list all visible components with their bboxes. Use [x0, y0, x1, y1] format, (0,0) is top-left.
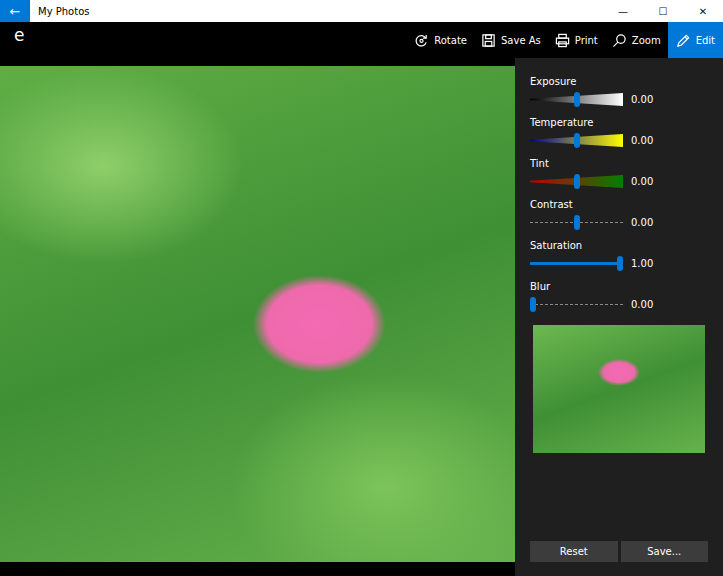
- minimize-button[interactable]: —: [603, 0, 643, 22]
- adjustment-label: Saturation: [530, 239, 708, 253]
- toolbar-button[interactable]: Rotate: [407, 22, 474, 58]
- panel-button[interactable]: Save...: [621, 541, 709, 562]
- adjustment-label: Temperature: [530, 116, 708, 130]
- toolbar-button[interactable]: Print: [548, 22, 605, 58]
- adjustment: Tint 0.00: [530, 157, 708, 190]
- back-button[interactable]: ←: [0, 0, 30, 22]
- adjustment-value: 1.00: [631, 258, 653, 269]
- adjustment-slider[interactable]: [530, 91, 623, 108]
- slider-thumb[interactable]: [574, 133, 580, 148]
- adjustment: Blur 0.00: [530, 280, 708, 313]
- adjustment-slider[interactable]: [530, 255, 623, 272]
- toolbar-label: Edit: [696, 35, 715, 46]
- adjustment-label: Contrast: [530, 198, 708, 212]
- adjustment-value: 0.00: [631, 217, 653, 228]
- adjustment-value: 0.00: [631, 176, 653, 187]
- save-icon: [481, 33, 496, 48]
- lotus-photo: [0, 66, 515, 562]
- adjustment-value: 0.00: [631, 94, 653, 105]
- adjustment-label: Tint: [530, 157, 708, 171]
- adjustment-value: 0.00: [631, 299, 653, 310]
- adjustment: Exposure 0.00: [530, 75, 708, 108]
- app-logo: e: [0, 22, 24, 58]
- print-icon: [555, 33, 570, 48]
- panel-button[interactable]: Reset: [530, 541, 618, 562]
- title-bar: ← My Photos —☐✕: [0, 0, 723, 22]
- edit-panel: Exposure 0.00Temperature 0.00Tint 0.00Co…: [515, 58, 723, 576]
- maximize-button[interactable]: ☐: [643, 0, 683, 22]
- window-title: My Photos: [38, 6, 89, 17]
- adjustment-slider[interactable]: [530, 173, 623, 190]
- adjustment-slider[interactable]: [530, 132, 623, 149]
- slider-thumb[interactable]: [530, 297, 536, 312]
- photo-area: [0, 58, 515, 576]
- adjustment-label: Exposure: [530, 75, 708, 89]
- adjustment-slider[interactable]: [530, 214, 623, 231]
- toolbar-button[interactable]: Save As: [474, 22, 548, 58]
- close-button[interactable]: ✕: [683, 0, 723, 22]
- adjustment: Saturation 1.00: [530, 239, 708, 272]
- rotate-icon: [414, 33, 429, 48]
- toolbar-label: Save As: [501, 35, 541, 46]
- slider-thumb[interactable]: [617, 256, 623, 271]
- adjustment-label: Blur: [530, 280, 708, 294]
- toolbar-button[interactable]: Edit: [668, 22, 723, 58]
- preview-thumbnail: [533, 325, 705, 453]
- adjustment: Contrast 0.00: [530, 198, 708, 231]
- adjustment-slider[interactable]: [530, 296, 623, 313]
- photos-window: ← My Photos —☐✕ e Rotate Save As Print Z…: [0, 0, 723, 576]
- zoom-icon: [612, 33, 627, 48]
- slider-thumb[interactable]: [574, 92, 580, 107]
- slider-thumb[interactable]: [574, 174, 580, 189]
- toolbar-label: Rotate: [434, 35, 467, 46]
- adjustment: Temperature 0.00: [530, 116, 708, 149]
- edit-icon: [676, 33, 691, 48]
- toolbar-label: Zoom: [632, 35, 661, 46]
- toolbar: e Rotate Save As Print Zoom Edit: [0, 22, 723, 58]
- toolbar-label: Print: [575, 35, 598, 46]
- adjustment-value: 0.00: [631, 135, 653, 146]
- slider-thumb[interactable]: [574, 215, 580, 230]
- toolbar-button[interactable]: Zoom: [605, 22, 668, 58]
